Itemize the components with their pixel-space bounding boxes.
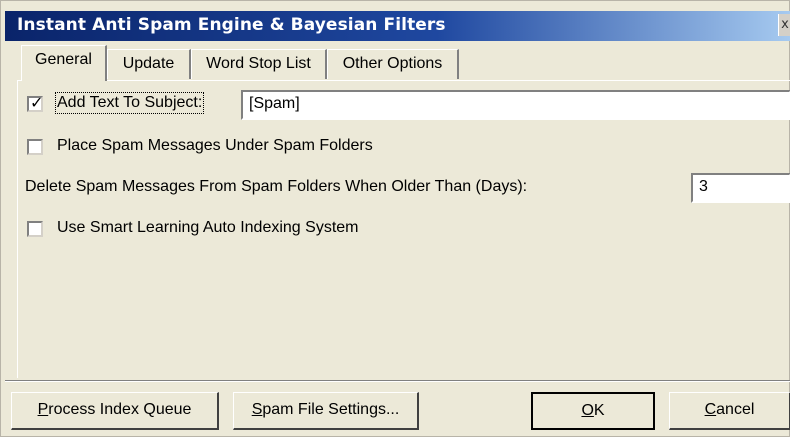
options-dialog: Instant Anti Spam Engine & Bayesian Filt… [0, 0, 790, 437]
title-bar[interactable]: Instant Anti Spam Engine & Bayesian Filt… [5, 11, 790, 41]
tab-general[interactable]: General [21, 45, 107, 81]
process-index-queue-button[interactable]: Process Index Queue [11, 392, 219, 430]
subject-text-input[interactable]: [Spam] [241, 90, 790, 120]
smart-learning-checkbox[interactable] [27, 221, 43, 237]
cancel-button[interactable]: Cancel [669, 392, 790, 430]
add-text-checkbox[interactable]: ✓ [27, 93, 44, 112]
delete-older-label: Delete Spam Messages From Spam Folders W… [25, 178, 528, 195]
window-title: Instant Anti Spam Engine & Bayesian Filt… [17, 15, 446, 35]
place-spam-label: Place Spam Messages Under Spam Folders [57, 137, 373, 154]
days-input[interactable]: 3 [691, 173, 790, 203]
close-icon[interactable]: x [778, 14, 790, 36]
ok-button[interactable]: OK [531, 392, 655, 430]
tab-word-stop-list[interactable]: Word Stop List [191, 49, 327, 79]
spam-file-settings-button[interactable]: Spam File Settings... [233, 392, 419, 430]
add-text-label: Add Text To Subject: [54, 92, 205, 114]
tab-update[interactable]: Update [107, 49, 191, 79]
divider [5, 380, 790, 382]
check-icon: ✓ [30, 93, 44, 112]
tab-other-options[interactable]: Other Options [327, 49, 459, 79]
smart-learning-label: Use Smart Learning Auto Indexing System [57, 219, 359, 236]
place-spam-checkbox[interactable] [27, 139, 43, 155]
